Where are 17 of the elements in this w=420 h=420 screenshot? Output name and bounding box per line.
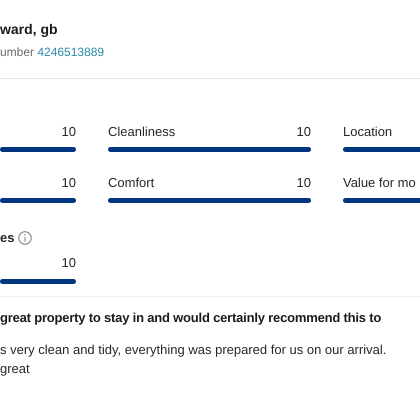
review-text: s very clean and tidy, everything was prepared for us on our arrival. bbox=[0, 341, 388, 359]
category-score: 10 bbox=[296, 122, 311, 140]
category-score: 10 bbox=[296, 174, 311, 192]
category-score: 10 bbox=[62, 122, 76, 140]
number-label: umber bbox=[0, 45, 34, 59]
info-icon[interactable] bbox=[18, 231, 32, 245]
category-label: Value for mo bbox=[343, 174, 416, 192]
review-text: great bbox=[0, 360, 31, 378]
phone-number-link[interactable]: 4246513889 bbox=[37, 45, 104, 59]
review-headline: great property to stay in and would certainly recommend this to bbox=[0, 308, 382, 327]
category-label: Location bbox=[343, 122, 392, 140]
category-label: Cleanliness bbox=[108, 122, 176, 140]
category-score: 10 bbox=[62, 254, 76, 272]
category-label: Comfort bbox=[108, 174, 154, 192]
reviewer-name: ward, gb bbox=[0, 20, 59, 38]
category-score: 10 bbox=[62, 174, 76, 192]
section-title: es bbox=[0, 229, 14, 248]
